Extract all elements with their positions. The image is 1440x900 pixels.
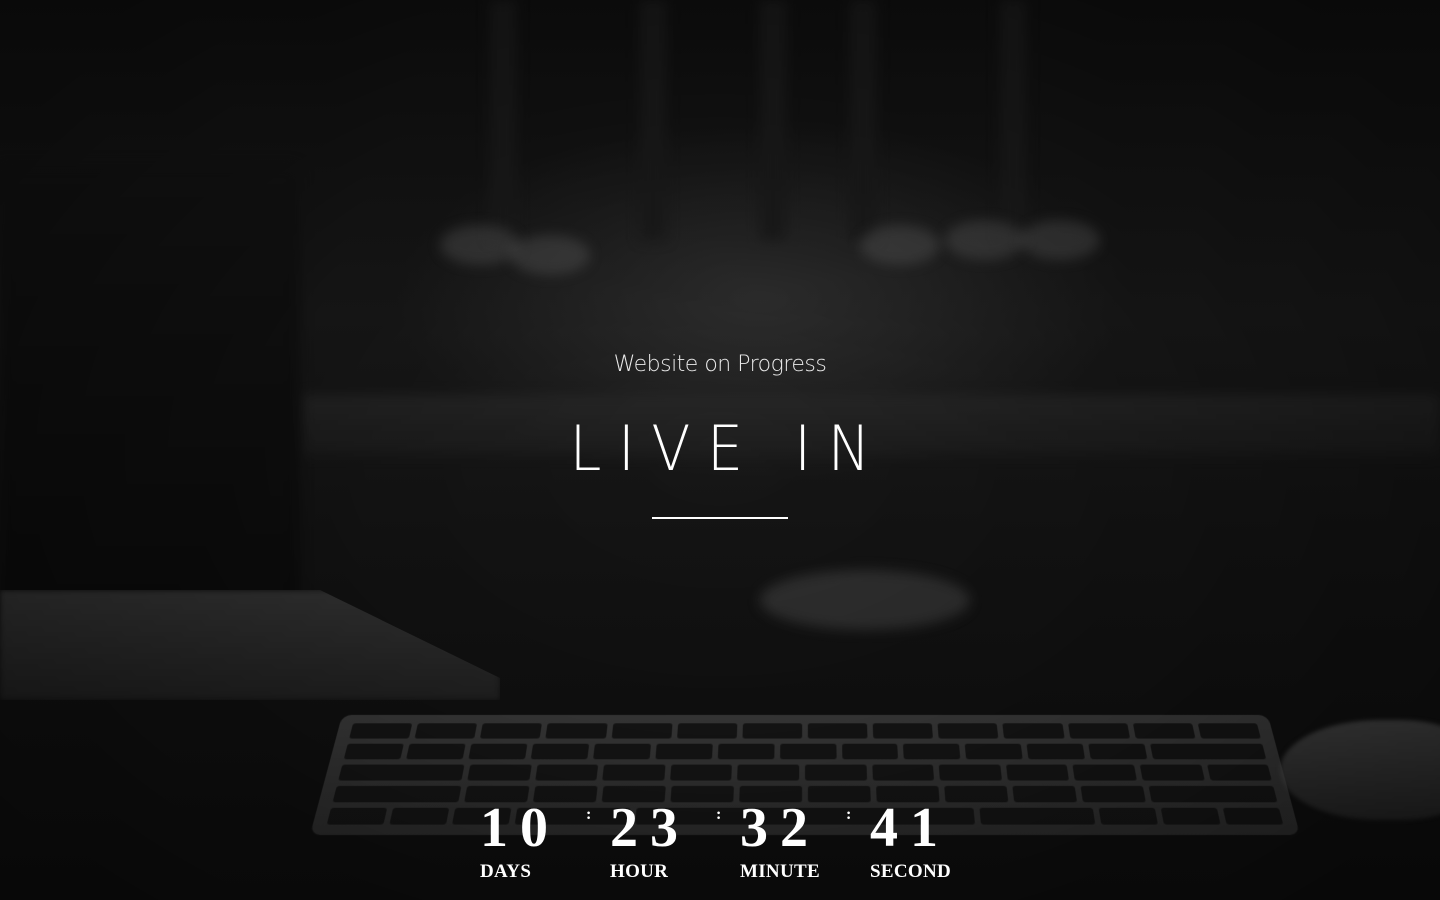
countdown-minutes-value: 32 (740, 797, 820, 859)
countdown-seconds: 41 SECOND (870, 797, 951, 883)
countdown-separator: : (586, 806, 592, 823)
countdown-separator: : (846, 806, 852, 823)
countdown-days: 10 DAYS (480, 797, 560, 883)
countdown-days-label: DAYS (480, 861, 532, 882)
page-title: LIVE IN (569, 412, 887, 485)
countdown-minutes-label: MINUTE (740, 861, 820, 882)
countdown-separator: : (716, 806, 722, 823)
countdown-seconds-label: SECOND (870, 861, 951, 882)
countdown-hours: 23 HOUR (610, 797, 690, 883)
countdown-hours-label: HOUR (610, 861, 669, 882)
countdown-seconds-value: 41 (870, 797, 950, 859)
coming-soon-page: Website on Progress LIVE IN 10 DAYS : 23… (0, 0, 1440, 900)
title-divider (652, 517, 788, 519)
countdown-minutes: 32 MINUTE (740, 797, 820, 883)
countdown-days-value: 10 (480, 797, 560, 859)
hero-content: Website on Progress LIVE IN 10 DAYS : 23… (0, 0, 1440, 900)
page-subtitle: Website on Progress (613, 352, 827, 377)
countdown-hours-value: 23 (610, 797, 690, 859)
